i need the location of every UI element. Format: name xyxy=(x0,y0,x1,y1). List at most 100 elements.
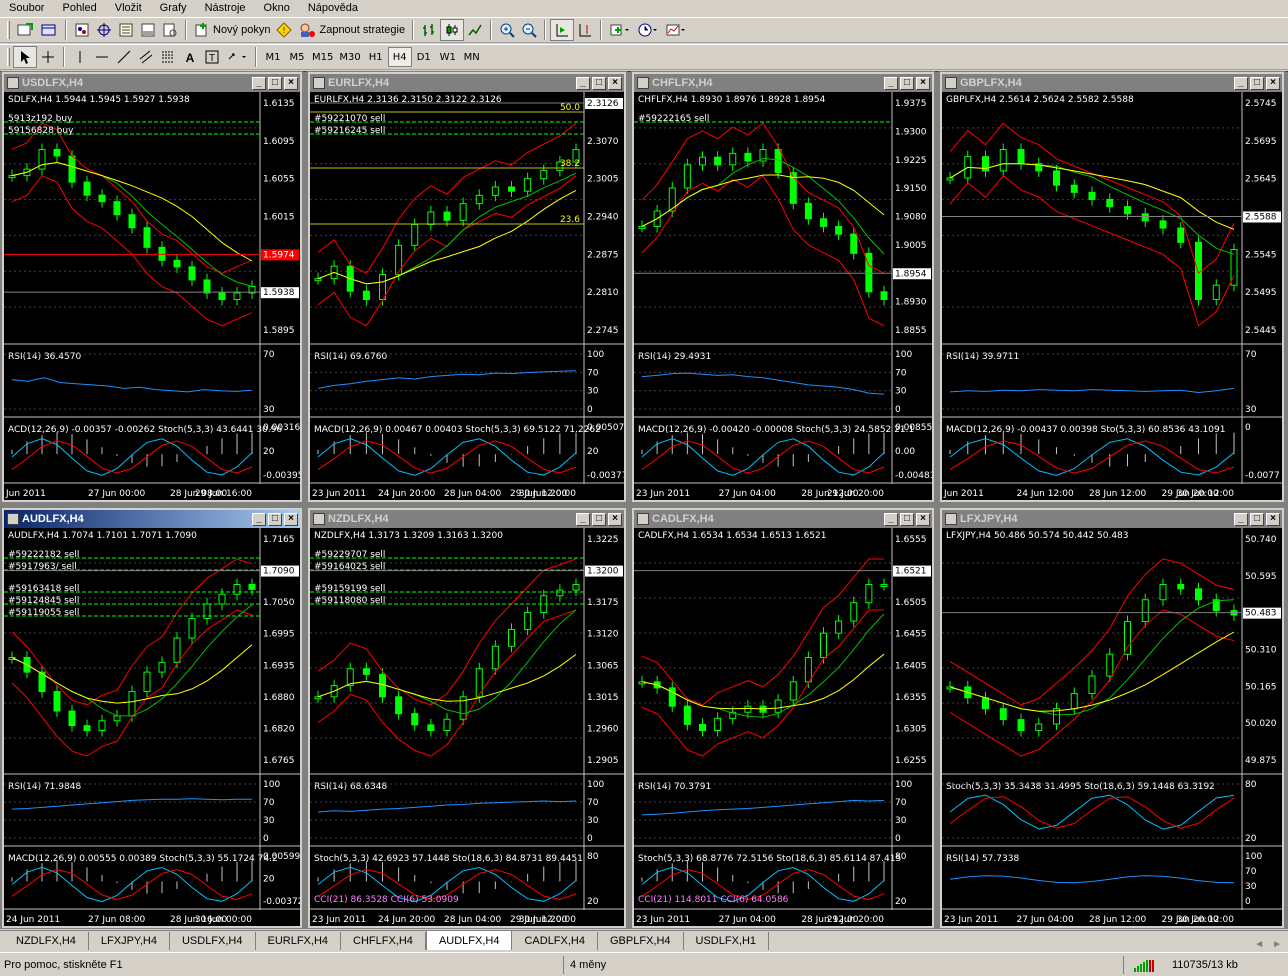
minimize-button[interactable]: _ xyxy=(884,76,898,90)
chart-area[interactable]: #59221070 sell #59216245 sell 50.0 38.2 23.6… xyxy=(310,92,624,500)
close-button[interactable]: × xyxy=(608,512,622,526)
market-watch-button[interactable] xyxy=(71,19,93,41)
horizontal-line-button[interactable] xyxy=(91,46,113,68)
menu-napoveda[interactable]: Nápověda xyxy=(299,1,367,15)
data-window-button[interactable] xyxy=(93,19,115,41)
chart-window[interactable]: GBPLFX,H4 _ □ × GBPLFX,H4 2.5614 2.5624 2.55… xyxy=(939,71,1285,503)
arrows-button[interactable] xyxy=(223,46,251,68)
chart-area[interactable]: #59222182 sell #5917963/ sell #59163418 se… xyxy=(4,528,300,926)
price-chart[interactable]: CADLFX,H4 1.6534 1.6534 1.6513 1.6521 1.6… xyxy=(634,528,932,926)
chart-window-titlebar[interactable]: CHFLFX,H4 _ □ × xyxy=(634,74,932,92)
maximize-button[interactable]: □ xyxy=(592,76,606,90)
equidistant-channel-button[interactable] xyxy=(135,46,157,68)
toggle-strategy-button[interactable]: Zapnout strategie xyxy=(295,19,408,41)
timeframe-m30[interactable]: M30 xyxy=(336,47,363,67)
close-button[interactable]: × xyxy=(1266,512,1280,526)
chart-window[interactable]: LFXJPY,H4 _ □ × LFXJPY,H4 50.486 50.574 50.4… xyxy=(939,507,1285,929)
timeframe-h1[interactable]: H1 xyxy=(364,47,388,67)
templates-button[interactable] xyxy=(662,19,690,41)
price-chart[interactable]: 5913z192 buy 59156828 buy SDLFX,H4 1.5944 … xyxy=(4,92,300,500)
minimize-button[interactable]: _ xyxy=(576,76,590,90)
menu-okno[interactable]: Okno xyxy=(255,1,299,15)
chart-window[interactable]: EURLFX,H4 _ □ × #59221070 sell #59216245 sell… xyxy=(307,71,627,503)
candlestick-chart-button[interactable] xyxy=(440,19,465,41)
navigator-button[interactable] xyxy=(115,19,137,41)
close-button[interactable]: × xyxy=(916,76,930,90)
label-button[interactable]: T xyxy=(201,46,223,68)
minimize-button[interactable]: _ xyxy=(884,512,898,526)
menu-soubor[interactable]: Soubor xyxy=(0,1,53,15)
line-chart-button[interactable] xyxy=(464,19,486,41)
periods-button[interactable] xyxy=(634,19,662,41)
timeframe-d1[interactable]: D1 xyxy=(412,47,436,67)
chart-window[interactable]: AUDLFX,H4 _ □ × #59222182 sell #5917963/ sell… xyxy=(1,507,303,929)
chart-area[interactable]: CADLFX,H4 1.6534 1.6534 1.6513 1.6521 1.6… xyxy=(634,528,932,926)
timeframe-m5[interactable]: M5 xyxy=(285,47,309,67)
close-button[interactable]: × xyxy=(284,512,298,526)
chart-tab[interactable]: USDLFX,H4 xyxy=(169,932,256,950)
minimize-button[interactable]: _ xyxy=(1234,512,1248,526)
minimize-button[interactable]: _ xyxy=(252,512,266,526)
price-chart[interactable]: #59222165 sell CHFLFX,H4 1.8930 1.8976 1.… xyxy=(634,92,932,500)
chart-tab[interactable]: EURLFX,H4 xyxy=(255,932,342,950)
new-chart-button[interactable] xyxy=(13,19,37,41)
chart-window-titlebar[interactable]: GBPLFX,H4 _ □ × xyxy=(942,74,1282,92)
chart-window-titlebar[interactable]: CADLFX,H4 _ □ × xyxy=(634,510,932,528)
menu-nastroje[interactable]: Nástroje xyxy=(196,1,255,15)
maximize-button[interactable]: □ xyxy=(1250,76,1264,90)
zoom-out-button[interactable] xyxy=(518,19,540,41)
chart-tab[interactable]: LFXJPY,H4 xyxy=(88,932,170,950)
menu-pohled[interactable]: Pohled xyxy=(53,1,105,15)
chart-area[interactable]: #59229707 sell #59164025 sell #59159199 se… xyxy=(310,528,624,926)
maximize-button[interactable]: □ xyxy=(1250,512,1264,526)
chart-area[interactable]: LFXJPY,H4 50.486 50.574 50.442 50.483 50.… xyxy=(942,528,1282,926)
price-chart[interactable]: #59222182 sell#5917963/ sell#59163418 se… xyxy=(4,528,300,926)
chart-window-titlebar[interactable]: NZDLFX,H4 _ □ × xyxy=(310,510,624,528)
chart-tab[interactable]: CADLFX,H4 xyxy=(512,932,598,950)
chart-window[interactable]: CHFLFX,H4 _ □ × #59222165 sell CHFLFX,H4 1.89… xyxy=(631,71,935,503)
close-button[interactable]: × xyxy=(608,76,622,90)
chart-window[interactable]: USDLFX,H4 _ □ × 5913z192 buy 59156828 buy SDLF… xyxy=(1,71,303,503)
minimize-button[interactable]: _ xyxy=(252,76,266,90)
timeframe-m15[interactable]: M15 xyxy=(309,47,336,67)
chart-window-titlebar[interactable]: AUDLFX,H4 _ □ × xyxy=(4,510,300,528)
chart-tab[interactable]: USDLFX,H1 xyxy=(683,932,770,950)
new-order-button[interactable]: Nový pokyn xyxy=(191,19,273,41)
bar-chart-button[interactable] xyxy=(418,19,440,41)
minimize-button[interactable]: _ xyxy=(1234,76,1248,90)
toolbar-grip[interactable] xyxy=(7,48,10,66)
crosshair-button[interactable] xyxy=(37,46,59,68)
text-button[interactable]: A xyxy=(179,46,201,68)
indicators-button[interactable] xyxy=(606,19,634,41)
profiles-button[interactable] xyxy=(37,19,61,41)
tab-scroll-left-icon[interactable]: ◄ xyxy=(1254,939,1264,950)
price-chart[interactable]: GBPLFX,H4 2.5614 2.5624 2.5582 2.5588 2.5… xyxy=(942,92,1282,500)
chart-window[interactable]: CADLFX,H4 _ □ × CADLFX,H4 1.6534 1.6534 1.65… xyxy=(631,507,935,929)
trendline-button[interactable] xyxy=(113,46,135,68)
terminal-button[interactable] xyxy=(137,19,159,41)
chart-area[interactable]: GBPLFX,H4 2.5614 2.5624 2.5582 2.5588 2.5… xyxy=(942,92,1282,500)
maximize-button[interactable]: □ xyxy=(900,512,914,526)
chart-tab[interactable]: GBPLFX,H4 xyxy=(598,932,684,950)
timeframe-m1[interactable]: M1 xyxy=(261,47,285,67)
close-button[interactable]: × xyxy=(284,76,298,90)
toolbar-grip[interactable] xyxy=(7,21,10,39)
zoom-in-button[interactable] xyxy=(496,19,518,41)
price-chart[interactable]: LFXJPY,H4 50.486 50.574 50.442 50.483 50.… xyxy=(942,528,1282,926)
chart-area[interactable]: 5913z192 buy 59156828 buy SDLFX,H4 1.5944 … xyxy=(4,92,300,500)
chart-window[interactable]: NZDLFX,H4 _ □ × #59229707 sell #59164025 sell… xyxy=(307,507,627,929)
maximize-button[interactable]: □ xyxy=(592,512,606,526)
close-button[interactable]: × xyxy=(1266,76,1280,90)
timeframe-h4[interactable]: H4 xyxy=(387,47,412,67)
menu-grafy[interactable]: Grafy xyxy=(151,1,196,15)
chart-tab[interactable]: AUDLFX,H4 xyxy=(425,930,513,950)
close-button[interactable]: × xyxy=(916,512,930,526)
timeframe-mn[interactable]: MN xyxy=(460,47,484,67)
chart-area[interactable]: #59222165 sell CHFLFX,H4 1.8930 1.8976 1.… xyxy=(634,92,932,500)
auto-scroll-button[interactable] xyxy=(550,19,575,41)
minimize-button[interactable]: _ xyxy=(576,512,590,526)
vertical-line-button[interactable] xyxy=(69,46,91,68)
fibonacci-button[interactable] xyxy=(157,46,179,68)
chart-tab[interactable]: NZDLFX,H4 xyxy=(4,932,89,950)
cursor-button[interactable] xyxy=(13,46,37,68)
